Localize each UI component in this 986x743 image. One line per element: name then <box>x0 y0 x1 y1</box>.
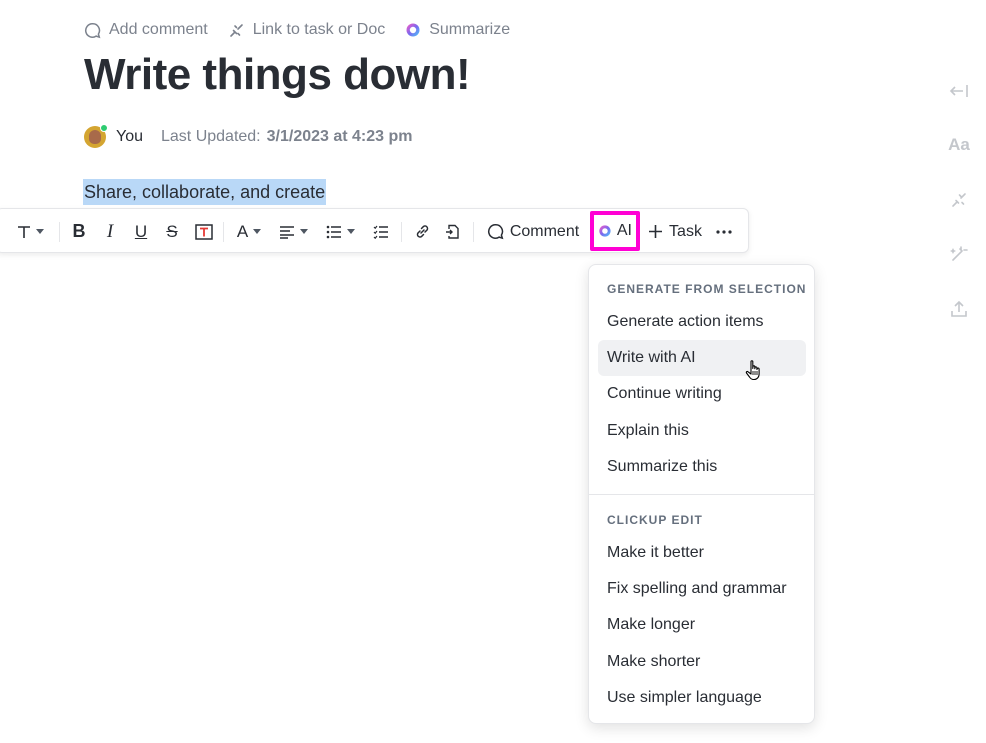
formatting-toolbar: B I U S A Comment AI Task <box>0 208 749 253</box>
toolbar-divider <box>473 222 474 242</box>
text-box-icon <box>195 223 213 240</box>
comment-label: Comment <box>509 222 580 240</box>
font-color-icon: A <box>236 221 249 241</box>
bulleted-list-icon <box>326 225 341 238</box>
text-highlight-button[interactable] <box>192 209 216 254</box>
menu-item-explain-this[interactable]: Explain this <box>598 413 806 449</box>
typography-button[interactable]: Aa <box>946 132 972 158</box>
collapse-icon <box>949 85 968 97</box>
link-to-task-label: Link to task or Doc <box>252 21 386 38</box>
last-updated-value: 3/1/2023 at 4:23 pm <box>266 128 413 145</box>
bold-icon: B <box>72 221 86 241</box>
rail-link-button[interactable] <box>946 187 972 213</box>
font-color-button[interactable]: A <box>231 209 267 254</box>
align-left-icon <box>279 225 294 239</box>
menu-item-make-shorter[interactable]: Make shorter <box>598 644 806 680</box>
bulleted-list-button[interactable] <box>321 209 359 254</box>
toolbar-divider <box>401 222 402 242</box>
ai-dropdown-menu: GENERATE FROM SELECTION Generate action … <box>588 264 815 724</box>
embed-icon <box>446 224 459 239</box>
menu-item-write-with-ai[interactable]: Write with AI <box>598 340 806 376</box>
ai-orb-icon <box>406 23 420 37</box>
avatar[interactable] <box>84 124 108 148</box>
text-style-button[interactable] <box>11 209 49 254</box>
menu-item-make-it-better[interactable]: Make it better <box>598 535 806 571</box>
hand-cursor-icon <box>744 359 766 388</box>
menu-item-make-longer[interactable]: Make longer <box>598 607 806 643</box>
summarize-button[interactable]: Summarize <box>405 21 510 39</box>
magic-button[interactable] <box>946 241 972 267</box>
menu-section-title: GENERATE FROM SELECTION <box>607 282 807 296</box>
magic-wand-icon <box>950 246 968 261</box>
share-button[interactable] <box>946 296 972 322</box>
page-title[interactable]: Write things down! <box>84 50 471 100</box>
summarize-label: Summarize <box>429 21 511 38</box>
checklist-button[interactable] <box>369 209 393 254</box>
collapse-sidebar-button[interactable] <box>946 78 972 104</box>
menu-item-use-simpler-language[interactable]: Use simpler language <box>598 680 806 716</box>
underline-button[interactable]: U <box>129 209 153 254</box>
doc-meta: You Last Updated: 3/1/2023 at 4:23 pm <box>84 124 413 149</box>
more-icon <box>716 229 732 234</box>
comment-icon <box>84 22 101 38</box>
menu-item-continue-writing[interactable]: Continue writing <box>598 376 806 412</box>
menu-item-generate-action-items[interactable]: Generate action items <box>598 304 806 340</box>
chevron-down-icon <box>299 229 308 234</box>
underline-icon: U <box>134 221 148 241</box>
italic-button[interactable]: I <box>98 209 122 254</box>
comment-icon <box>487 224 504 240</box>
typography-icon: Aa <box>948 135 970 154</box>
link-to-task-button[interactable]: Link to task or Doc <box>228 21 386 39</box>
comment-button[interactable]: Comment <box>485 209 581 254</box>
ai-orb-icon <box>599 225 611 237</box>
chevron-down-icon <box>346 229 355 234</box>
link-button[interactable] <box>410 209 434 254</box>
toolbar-divider <box>223 222 224 242</box>
link-icon <box>416 225 428 238</box>
menu-item-fix-spelling[interactable]: Fix spelling and grammar <box>598 571 806 607</box>
add-comment-button[interactable]: Add comment <box>84 21 208 39</box>
last-updated-label: Last Updated: <box>161 128 261 145</box>
add-task-button[interactable]: Task <box>645 209 705 254</box>
plus-icon <box>649 225 663 238</box>
menu-divider <box>589 494 814 495</box>
checklist-icon <box>373 225 388 239</box>
link-icon <box>952 193 966 207</box>
toolbar-divider <box>59 222 60 242</box>
chevron-down-icon <box>35 229 44 234</box>
more-options-button[interactable] <box>712 209 736 254</box>
ai-label: AI <box>616 222 632 239</box>
avatar-face <box>89 130 101 144</box>
strikethrough-button[interactable]: S <box>160 209 184 254</box>
menu-item-summarize-this[interactable]: Summarize this <box>598 449 806 485</box>
selected-text[interactable]: Share, collaborate, and create <box>83 179 327 205</box>
align-button[interactable] <box>274 209 312 254</box>
author-name: You <box>116 128 143 145</box>
menu-section-title: CLICKUP EDIT <box>607 513 703 527</box>
add-comment-label: Add comment <box>109 21 208 38</box>
text-style-icon <box>17 225 30 238</box>
task-label: Task <box>669 222 702 240</box>
strikethrough-icon: S <box>166 221 178 241</box>
online-status-dot <box>100 124 108 132</box>
bold-button[interactable]: B <box>67 209 91 254</box>
link-icon <box>229 23 243 37</box>
doc-action-bar: Add comment Link to task or Doc Summariz… <box>84 18 510 42</box>
upload-icon <box>951 300 967 317</box>
ai-button[interactable]: AI <box>590 211 640 251</box>
italic-icon: I <box>106 220 114 242</box>
embed-button[interactable] <box>441 209 465 254</box>
chevron-down-icon <box>253 229 262 234</box>
